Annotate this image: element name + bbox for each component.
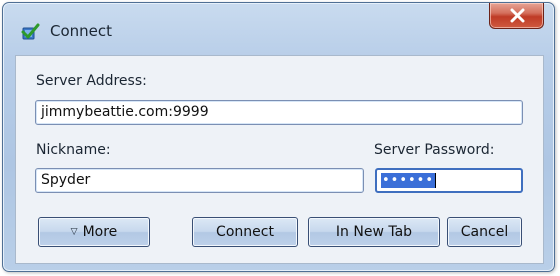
connect-button[interactable]: Connect [192,217,298,247]
close-button[interactable] [489,3,544,29]
more-button[interactable]: ▽ More [38,217,150,247]
cancel-button-label: Cancel [460,224,509,240]
connect-dialog: Connect Server Address: jimmybeattie.com… [2,2,555,272]
cancel-button[interactable]: Cancel [447,217,522,247]
checkmark-plug-icon [20,22,40,42]
server-password-label: Server Password: [374,142,495,158]
new-tab-button[interactable]: In New Tab [308,217,440,247]
dialog-body: Server Address: jimmybeattie.com:9999 Ni… [15,55,544,264]
title-bar[interactable]: Connect [3,3,554,47]
password-mask: •••••• [381,173,436,188]
nickname-input[interactable]: Spyder [35,168,364,193]
close-icon [510,8,525,23]
connect-button-label: Connect [216,224,274,240]
more-button-label: More [82,224,118,240]
text-caret [435,172,437,188]
window-title: Connect [50,22,113,40]
server-address-label: Server Address: [36,73,147,89]
new-tab-button-label: In New Tab [335,224,413,240]
server-address-input[interactable]: jimmybeattie.com:9999 [35,100,523,125]
triangle-down-icon: ▽ [70,227,78,237]
nickname-label: Nickname: [36,142,111,158]
server-password-input[interactable]: •••••• [375,168,523,193]
